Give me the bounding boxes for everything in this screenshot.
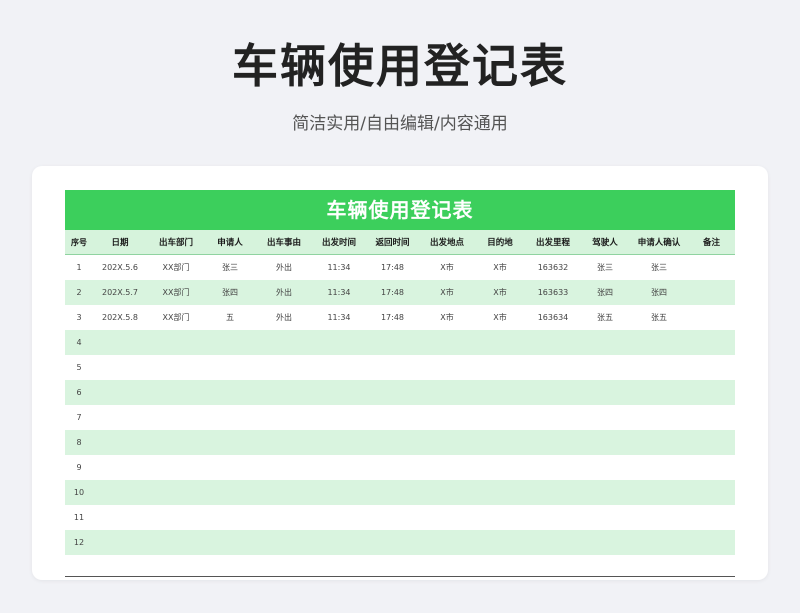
table-cell[interactable]: 202X.5.8 xyxy=(93,313,147,322)
table-row: 11 xyxy=(65,505,735,530)
table-cell[interactable]: X市 xyxy=(420,262,474,273)
table-row: 1 202X.5.6 XX部门 张三 外出 11:34 17:48 X市 X市 163632 张三张… xyxy=(65,255,735,280)
column-header: 日期 xyxy=(111,238,129,248)
table-cell[interactable]: 7 xyxy=(65,413,93,422)
table-cell[interactable]: 17:48 xyxy=(365,263,420,272)
table-body: 序号 日期 出车部门 申请人 出车事由 出发时间 返回时间 出发地点 目的地 出发里程 驾驶人 申请人… xyxy=(65,230,735,555)
column-header: 序号 xyxy=(71,237,87,247)
table-cell[interactable]: 10 xyxy=(65,488,93,497)
column-header: 出发地点 xyxy=(429,238,464,248)
column-header: 目的地 xyxy=(487,238,513,248)
column-header: 出发里程 xyxy=(535,238,570,248)
table-cell[interactable]: 9 xyxy=(65,463,93,472)
table-cell[interactable]: 张三 xyxy=(580,262,630,273)
table-cell[interactable]: 张四 xyxy=(205,287,255,298)
table-cell[interactable]: 2 xyxy=(65,288,93,297)
table-cell[interactable]: 8 xyxy=(65,438,93,447)
table-cell[interactable]: 张三 xyxy=(205,262,255,273)
page-subtitle: 简洁实用/自由编辑/内容通用 xyxy=(292,114,508,134)
column-header: 出发时间 xyxy=(321,238,356,248)
column-header: 返回时间 xyxy=(375,238,410,248)
column-header: 申请人确认 xyxy=(637,238,681,248)
table-cell[interactable]: XX部门 xyxy=(147,287,205,298)
table-cell[interactable]: 163634 xyxy=(526,313,580,322)
table-cell[interactable]: 11:34 xyxy=(313,313,365,322)
page-title: 车辆使用登记表 xyxy=(232,39,568,93)
register-table: 车辆使用登记表 序号 日期 出车部门 申请人 出车事由 出发时间 返回时间 出发地点 目的地 出发… xyxy=(65,190,735,555)
table-cell[interactable]: 163633 xyxy=(526,288,580,297)
table-cell[interactable]: 张五 xyxy=(630,312,688,323)
table-cell[interactable]: 11:34 xyxy=(313,288,365,297)
table-cell[interactable]: X市 xyxy=(420,312,474,323)
column-header: 出车部门 xyxy=(158,238,193,248)
table-row: 7 xyxy=(65,405,735,430)
table-cell[interactable]: X市 xyxy=(474,312,526,323)
table-cell[interactable]: 4 xyxy=(65,338,93,347)
table-row: 8 xyxy=(65,430,735,455)
table-row: 12 xyxy=(65,530,735,555)
table-cell[interactable]: 17:48 xyxy=(365,313,420,322)
table-row: 3 202X.5.8 XX部门五外出 11:34 17:48 X市 X市 163634 张五 张五 xyxy=(65,305,735,330)
table-cell[interactable]: X市 xyxy=(420,287,474,298)
table-cell[interactable]: 外出 xyxy=(255,287,313,298)
table-cell[interactable]: 张四 xyxy=(630,287,688,298)
table-cell[interactable]: XX部门 xyxy=(147,312,205,323)
table-cell[interactable]: 张三 xyxy=(630,262,688,273)
table-row: 5 xyxy=(65,355,735,380)
table-cell[interactable]: 17:48 xyxy=(365,288,420,297)
column-header: 备注 xyxy=(702,238,720,248)
table-row: 6 xyxy=(65,380,735,405)
sheet-card: 车辆使用登记表 序号 日期 出车部门 申请人 出车事由 出发时间 返回时间 出发地点 目的地 出发… xyxy=(32,166,768,580)
table-banner: 车辆使用登记表 xyxy=(65,190,735,230)
table-cell[interactable]: XX部门 xyxy=(147,262,205,273)
table-cell[interactable]: 五 xyxy=(205,312,255,323)
table-cell[interactable]: X市 xyxy=(474,262,526,273)
table-cell[interactable]: 163632 xyxy=(526,263,580,272)
table-cell[interactable]: 11:34 xyxy=(313,263,365,272)
table-row: 4 xyxy=(65,330,735,355)
table-cell[interactable]: X市 xyxy=(474,287,526,298)
table-cell[interactable]: 202X.5.7 xyxy=(93,288,147,297)
table-header-row: 序号 日期 出车部门 申请人 出车事由 出发时间 返回时间 出发地点 目的地 出发里程 驾驶人 申请人… xyxy=(65,230,735,255)
column-header: 申请人 xyxy=(217,238,243,248)
table-row: 10 xyxy=(65,480,735,505)
table-cell[interactable]: 12 xyxy=(65,538,93,547)
table-bottom-border xyxy=(65,576,735,577)
table-row: 9 xyxy=(65,455,735,480)
table-cell[interactable]: 3 xyxy=(65,313,93,322)
table-cell[interactable]: 张五 xyxy=(580,312,630,323)
table-cell[interactable]: 11 xyxy=(65,513,93,522)
table-cell[interactable]: 6 xyxy=(65,388,93,397)
table-cell[interactable]: 202X.5.6 xyxy=(93,263,147,272)
table-cell[interactable]: 1 xyxy=(65,263,93,272)
table-cell[interactable]: 5 xyxy=(65,363,93,372)
table-cell[interactable]: 张四 xyxy=(580,287,630,298)
column-header: 出车事由 xyxy=(266,238,301,248)
table-cell[interactable]: 外出 xyxy=(255,312,313,323)
table-row: 2 202X.5.7 XX部门 张四 外出 11:34 17:48 X市 X市 163633 张四张… xyxy=(65,280,735,305)
table-cell[interactable]: 外出 xyxy=(255,262,313,273)
column-header: 驾驶人 xyxy=(592,238,618,248)
